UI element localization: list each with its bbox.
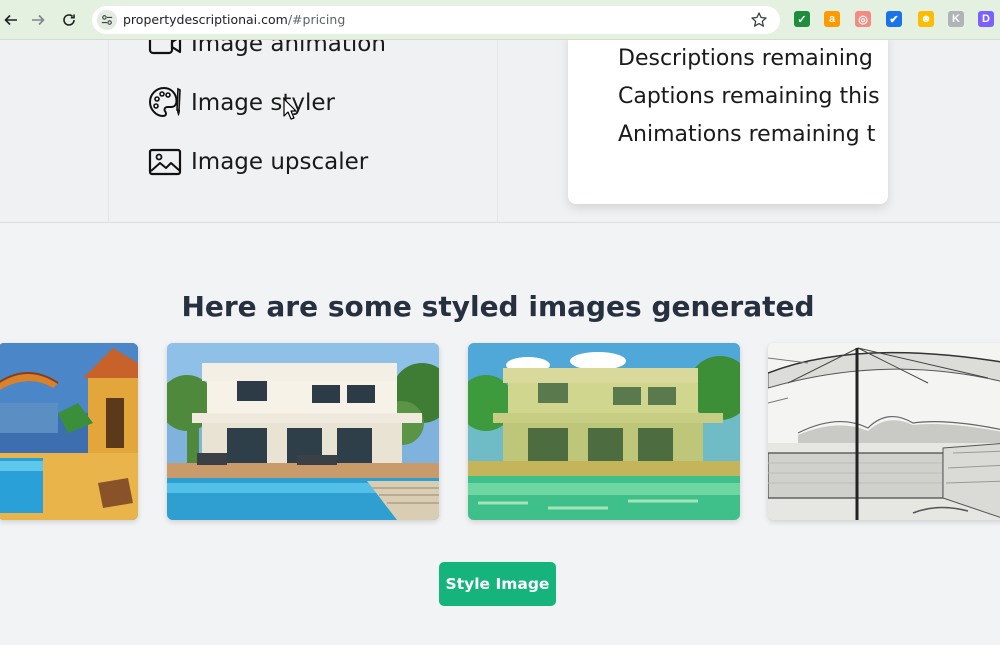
gallery-title: Here are some styled images generated	[181, 290, 815, 323]
feature-image-animation: Image animation	[147, 40, 386, 62]
feature-label-upscaler: Image upscaler	[191, 149, 369, 175]
video-camera-icon	[148, 40, 182, 55]
feature-image-upscaler: Image upscaler	[147, 144, 368, 180]
styled-image-impressionist	[0, 343, 138, 520]
mouse-cursor-icon	[283, 98, 297, 120]
pricing-section: Image animation Image styler Image upsca…	[0, 40, 1000, 223]
amazon-extension-icon[interactable]: a	[824, 11, 840, 27]
k-extension-icon[interactable]: K	[948, 11, 964, 27]
emoji-extension-icon[interactable]: ☻	[918, 11, 934, 27]
browser-toolbar: propertydescriptionai.com/#pricing ✓ a ◎ ✔ ☻…	[0, 0, 1000, 40]
url-host: propertydescriptionai.com	[123, 12, 288, 27]
feature-image-styler: Image styler	[147, 85, 335, 121]
site-info-button[interactable]	[97, 10, 117, 30]
forward-button[interactable]	[27, 9, 49, 31]
styled-image-pencil-sketch	[768, 343, 1000, 520]
shield-extension-icon[interactable]: ✔	[886, 11, 902, 27]
animations-remaining: Animations remaining t	[618, 122, 876, 147]
styled-image-green-tint	[468, 343, 740, 520]
d-extension-icon[interactable]: D	[978, 11, 994, 27]
reload-icon	[63, 14, 75, 26]
feature-label-styler: Image styler	[191, 90, 335, 116]
address-bar[interactable]: propertydescriptionai.com/#pricing	[92, 6, 780, 34]
styled-image-painted-villa	[167, 343, 439, 520]
feature-label-animation: Image animation	[191, 40, 386, 57]
features-panel: Image animation Image styler Image upsca…	[108, 40, 498, 222]
url-text: propertydescriptionai.com/#pricing	[123, 12, 345, 27]
back-arrow-icon	[4, 14, 17, 26]
captions-remaining: Captions remaining this	[618, 84, 880, 109]
url-path: /#pricing	[287, 12, 346, 27]
palette-icon	[148, 86, 181, 118]
usage-card: Descriptions remaining Captions remainin…	[568, 40, 888, 204]
descriptions-remaining: Descriptions remaining	[618, 46, 873, 71]
style-image-button[interactable]: Style Image	[439, 562, 556, 606]
back-button[interactable]	[0, 9, 22, 31]
tune-icon	[101, 15, 113, 25]
image-icon	[148, 148, 182, 176]
bookmark-star-icon[interactable]	[750, 11, 768, 29]
reload-button[interactable]	[58, 9, 80, 31]
check-extension-icon[interactable]: ✓	[794, 11, 810, 27]
camera-extension-icon[interactable]: ◎	[855, 11, 871, 27]
forward-arrow-icon	[32, 14, 45, 26]
